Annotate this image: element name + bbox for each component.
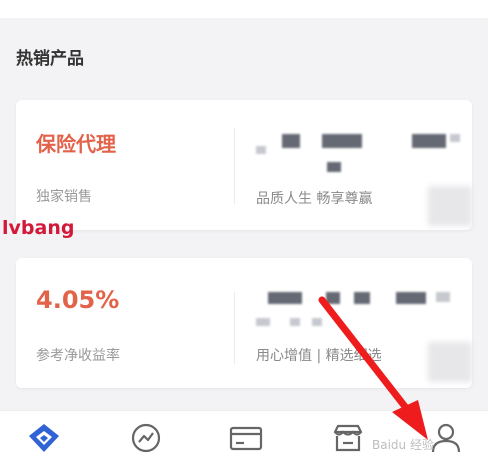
fuzz-patch: [428, 186, 472, 226]
card-subtitle: 参考净收益率: [36, 348, 120, 364]
blurred-text: [268, 292, 302, 304]
blurred-text: [396, 292, 426, 304]
product-card-yield[interactable]: 4.05% 参考净收益率 用心增值 | 精选细选: [16, 258, 472, 388]
product-card-insurance[interactable]: 保险代理 独家销售 品质人生 畅享尊赢: [16, 100, 472, 230]
card-divider: [234, 292, 235, 364]
blurred-text: [282, 134, 300, 148]
overlay-watermark-text: lvbang: [2, 217, 75, 239]
section-title: 热销产品: [16, 49, 84, 69]
card-icon: [229, 426, 263, 451]
blurred-text: [412, 134, 446, 148]
blurred-text: [256, 146, 266, 154]
blurred-text: [354, 292, 370, 304]
fuzz-patch: [428, 342, 472, 382]
top-strip: [0, 0, 488, 18]
card-subtitle: 独家销售: [36, 189, 92, 205]
card-title: 保险代理: [36, 132, 116, 156]
chart-circle-icon: [131, 423, 161, 453]
blurred-text: [327, 162, 341, 172]
tab-card[interactable]: [228, 421, 264, 455]
card-divider: [234, 128, 235, 204]
blurred-text: [256, 318, 270, 326]
card-tagline: 品质人生 畅享尊赢: [256, 191, 373, 207]
card-tagline: 用心增值 | 精选细选: [256, 348, 382, 364]
tab-market[interactable]: [128, 421, 164, 455]
tab-store[interactable]: [330, 421, 366, 455]
store-icon: [333, 424, 363, 452]
blurred-text: [322, 134, 362, 148]
baidu-watermark: Baidu 经验: [372, 438, 434, 452]
tab-home[interactable]: [26, 421, 62, 455]
blurred-text: [436, 292, 450, 302]
blurred-text: [450, 134, 460, 142]
blurred-text: [312, 318, 322, 326]
blurred-text: [290, 318, 300, 326]
blurred-text: [326, 292, 340, 304]
shield-diamond-icon: [29, 424, 59, 452]
card-title: 4.05%: [36, 286, 120, 314]
